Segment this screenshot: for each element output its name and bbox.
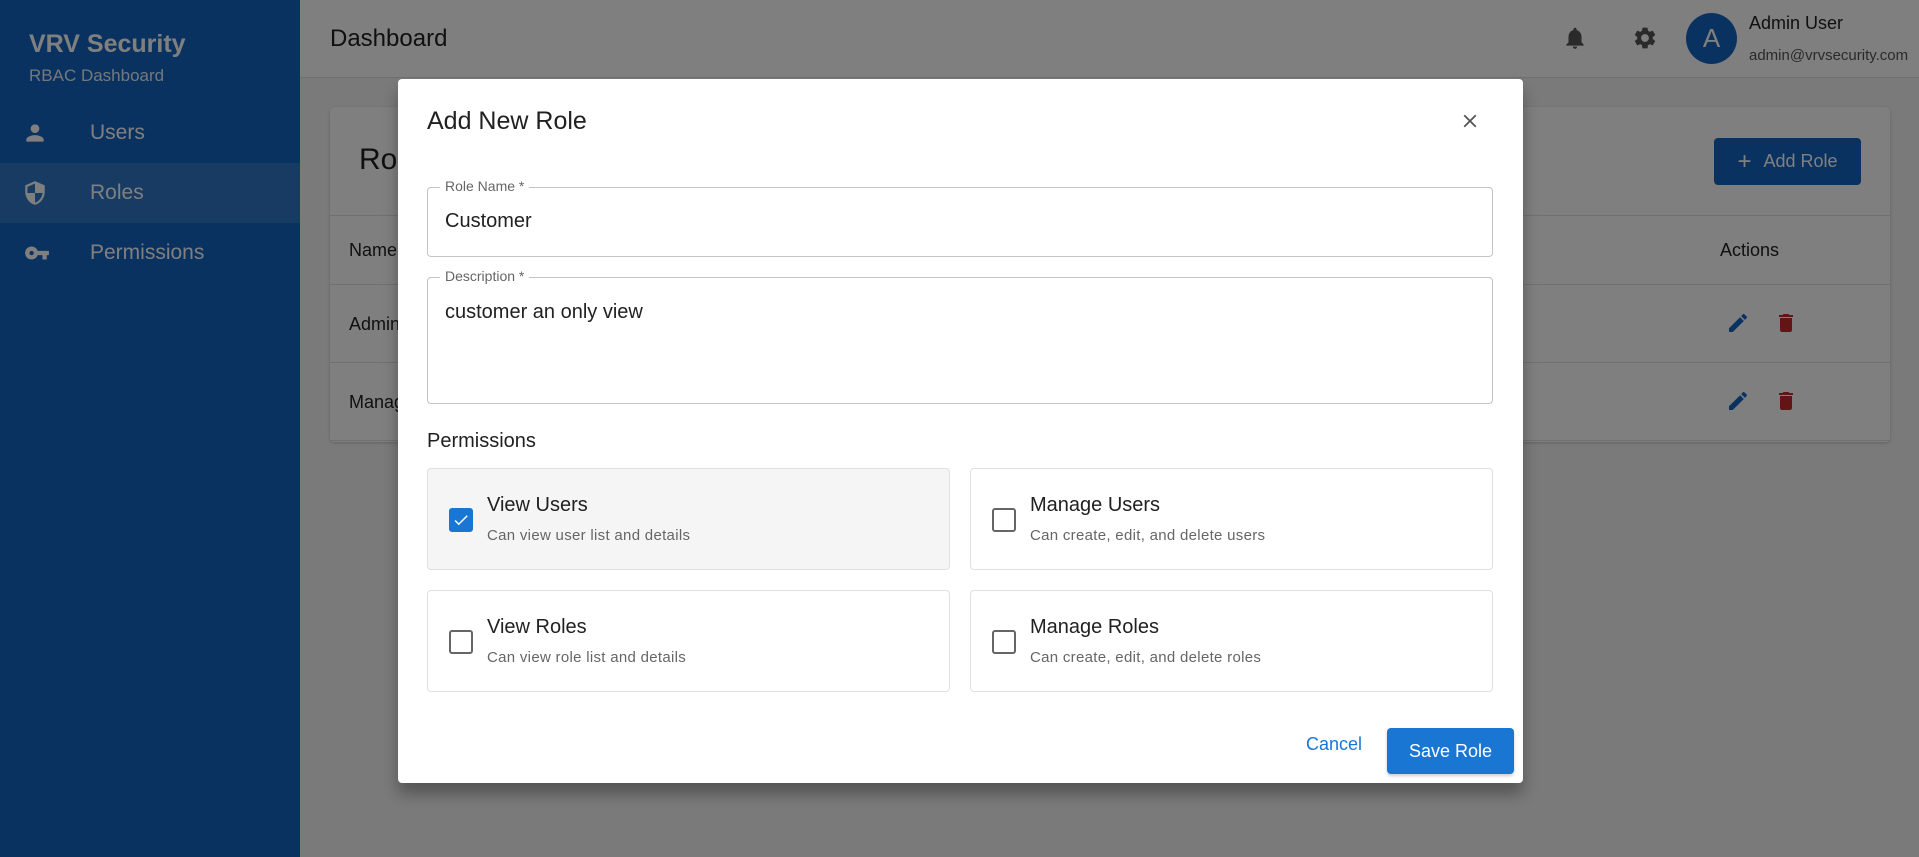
role-name-input[interactable]: Customer xyxy=(445,210,532,233)
permission-view-users[interactable]: View Users Can view user list and detail… xyxy=(427,468,950,570)
role-name-label: Role Name * xyxy=(440,178,530,194)
dialog-title: Add New Role xyxy=(427,107,587,135)
description-input[interactable]: customer an only view xyxy=(445,301,643,324)
description-field[interactable]: Description * customer an only view xyxy=(427,268,1493,404)
save-role-button[interactable]: Save Role xyxy=(1387,728,1514,774)
permission-description: Can create, edit, and delete roles xyxy=(1030,649,1262,666)
description-label: Description * xyxy=(440,268,530,284)
add-role-dialog: Add New Role Role Name * Customer Descri… xyxy=(398,79,1523,783)
cancel-button[interactable]: Cancel xyxy=(1298,728,1370,761)
close-icon[interactable] xyxy=(1452,103,1488,139)
permission-title: Manage Users xyxy=(1030,494,1161,516)
checkbox-unchecked[interactable] xyxy=(992,630,1016,654)
permission-title: View Roles xyxy=(487,616,587,638)
role-name-field[interactable]: Role Name * Customer xyxy=(427,178,1493,257)
checkbox-checked[interactable] xyxy=(449,508,473,532)
check-icon xyxy=(454,515,468,526)
permission-title: View Users xyxy=(487,494,588,516)
permission-description: Can view user list and details xyxy=(487,527,691,544)
checkbox-unchecked[interactable] xyxy=(992,508,1016,532)
permission-manage-users[interactable]: Manage Users Can create, edit, and delet… xyxy=(970,468,1493,570)
permission-description: Can view role list and details xyxy=(487,649,687,666)
permission-description: Can create, edit, and delete users xyxy=(1030,527,1266,544)
permission-title: Manage Roles xyxy=(1030,616,1159,638)
checkbox-unchecked[interactable] xyxy=(449,630,473,654)
permission-manage-roles[interactable]: Manage Roles Can create, edit, and delet… xyxy=(970,590,1493,692)
permission-view-roles[interactable]: View Roles Can view role list and detail… xyxy=(427,590,950,692)
permissions-heading: Permissions xyxy=(427,430,536,452)
